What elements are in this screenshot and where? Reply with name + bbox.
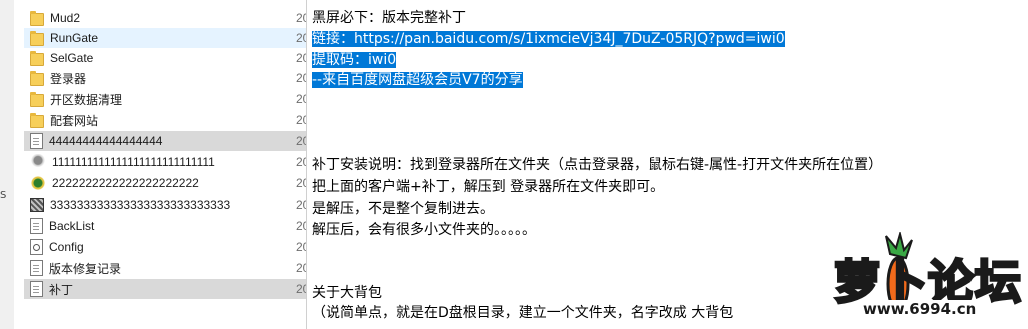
editor-line: （说简单点，就是在D盘根目录，建立一个文件夹，名字改成 大背包 — [312, 303, 733, 323]
editor-line: 关于大背包 — [312, 283, 382, 303]
editor-line: --来自百度网盘超级会员V7的分享 — [312, 70, 523, 90]
navigation-pane-edge: S — [0, 0, 14, 329]
document-icon — [30, 218, 43, 234]
line-text: （说简单点，就是在D盘根目录，建立一个文件夹，名字改成 大背包 — [312, 305, 734, 321]
file-date: 202 — [296, 11, 306, 25]
file-date: 202 — [296, 71, 306, 85]
folder-icon — [30, 30, 44, 46]
truncated-label: S — [0, 190, 7, 201]
editor-line: 补丁安装说明：找到登录器所在文件夹（点击登录器，鼠标右键-属性-打开文件夹所在位… — [312, 155, 882, 175]
document-icon — [30, 281, 43, 297]
file-date: 202 — [296, 155, 306, 169]
file-name: RunGate — [50, 31, 99, 45]
line-text: 解压后，会有很多小文件夹的。。。。。 — [312, 222, 536, 238]
file-list: Mud2 202 RunGate 202 SelGate 202 登录器 202… — [14, 0, 306, 329]
editor-line: 提取码：iwi0 — [312, 50, 397, 70]
file-row-config[interactable]: Config 202 — [24, 237, 306, 257]
editor-line: 是解压，不是整个复制进去。 — [312, 199, 494, 219]
file-date: 202 — [296, 282, 306, 296]
selected-text: 提取码：iwi0 — [312, 52, 397, 68]
file-date: 202 — [296, 176, 306, 190]
file-row-data-cleanup[interactable]: 开区数据清理 202 — [24, 89, 306, 109]
file-row-changelog[interactable]: 版本修复记录 202 — [24, 258, 306, 278]
file-date: 202 — [296, 92, 306, 106]
config-file-icon — [30, 239, 43, 255]
line-text: 补丁安装说明：找到登录器所在文件夹（点击登录器，鼠标右键-属性-打开文件夹所在位… — [312, 157, 883, 173]
file-row-selgate[interactable]: SelGate 202 — [24, 48, 306, 68]
file-name: 2222222222222222222222 — [52, 176, 199, 190]
editor-line: 把上面的客户端+补丁，解压到 登录器所在文件夹即可。 — [312, 177, 664, 197]
selected-text: 链接：https://pan.baidu.com/s/1ixmcieVj34J_… — [312, 31, 785, 47]
file-name: 44444444444444444 — [49, 134, 163, 148]
file-date: 202 — [296, 113, 306, 127]
file-name: 配套网站 — [50, 113, 99, 128]
file-row-mud2[interactable]: Mud2 202 — [24, 8, 306, 28]
line-text: 关于大背包 — [312, 285, 382, 301]
logo-url: www.6994.cn — [860, 300, 980, 318]
file-date: 202 — [296, 134, 306, 148]
file-date: 201 — [296, 219, 306, 233]
file-date: 202 — [296, 31, 306, 45]
file-row-backlist[interactable]: BackList 201 — [24, 216, 306, 236]
editor-line: 链接：https://pan.baidu.com/s/1ixmcieVj34J_… — [312, 29, 785, 49]
file-date: 202 — [296, 240, 306, 254]
file-name: SelGate — [50, 51, 94, 65]
document-icon — [30, 133, 43, 149]
document-icon — [30, 260, 43, 276]
file-row-3333[interactable]: 333333333333333333333333333 202 — [24, 195, 306, 215]
file-name: 补丁 — [49, 282, 74, 297]
file-name: 版本修复记录 — [49, 261, 122, 276]
line-text: 是解压，不是整个复制进去。 — [312, 201, 494, 217]
editor-line: 黑屏必下：版本完整补丁 — [312, 8, 466, 28]
line-text: 把上面的客户端+补丁，解压到 登录器所在文件夹即可。 — [312, 179, 665, 195]
folder-icon — [30, 10, 44, 26]
folder-icon — [30, 50, 44, 66]
file-row-1111[interactable]: 1111111111111111111111111111 202 — [24, 152, 306, 172]
file-name: Mud2 — [50, 11, 81, 25]
file-date: 202 — [296, 198, 306, 212]
file-name: 333333333333333333333333333 — [50, 198, 231, 212]
selected-text: --来自百度网盘超级会员V7的分享 — [312, 72, 523, 88]
file-row-2222[interactable]: 2222222222222222222222 202 — [24, 173, 306, 193]
line-text: 黑屏必下：版本完整补丁 — [312, 10, 466, 26]
file-name: 1111111111111111111111111111 — [52, 155, 215, 169]
archive-app-icon — [30, 198, 44, 212]
file-row-website[interactable]: 配套网站 202 — [24, 110, 306, 130]
file-row-launcher[interactable]: 登录器 202 — [24, 68, 306, 88]
folder-icon — [30, 91, 44, 107]
file-name: 登录器 — [50, 71, 87, 86]
editor-line: 解压后，会有很多小文件夹的。。。。。 — [312, 220, 536, 240]
file-date: 202 — [296, 261, 306, 275]
game-app-icon — [30, 175, 46, 191]
site-watermark-logo: 萝卜论坛 www.6994.cn — [790, 232, 1028, 329]
file-row-4444[interactable]: 44444444444444444 202 — [24, 131, 306, 151]
folder-icon — [30, 70, 44, 86]
file-name: BackList — [49, 219, 95, 233]
file-name: 开区数据清理 — [50, 92, 123, 107]
file-date: 202 — [296, 51, 306, 65]
file-row-patch[interactable]: 补丁 202 — [24, 279, 306, 299]
folder-icon — [30, 112, 44, 128]
application-icon — [30, 154, 46, 170]
file-name: Config — [49, 240, 84, 254]
file-row-rungate[interactable]: RunGate 202 — [24, 28, 306, 48]
